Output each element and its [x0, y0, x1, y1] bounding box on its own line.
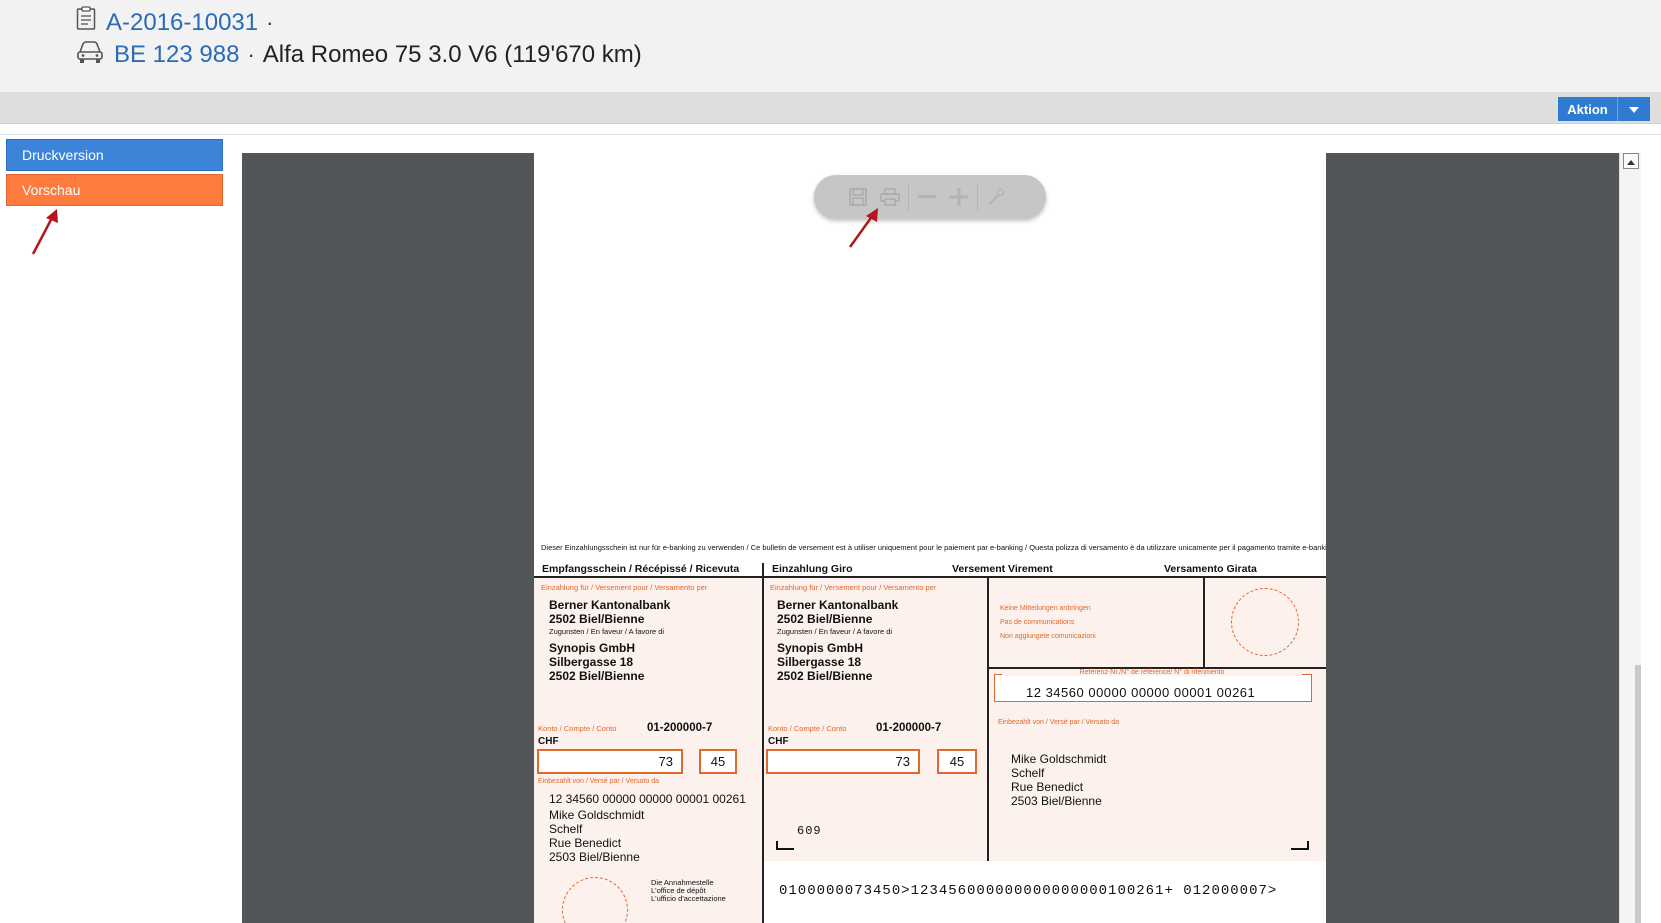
payer-city: 2503 Biel/Bienne — [1011, 794, 1102, 808]
sidebar-item-label: Druckversion — [22, 147, 104, 163]
stamp-divider — [1203, 578, 1205, 668]
payment-for-label: Einzahlung für / Versement pour / Versam… — [541, 583, 708, 592]
aktion-dropdown-toggle[interactable] — [1618, 97, 1650, 121]
paid-by-label: Einbezahlt von / Versé par / Versato da — [998, 719, 1120, 726]
paid-by-label: Einbezahlt von / Versé par / Versato da — [538, 778, 660, 785]
annotation-arrow-sidebar — [31, 209, 58, 255]
annotation-arrow-print — [848, 208, 878, 248]
amount-cents-field: 45 — [937, 749, 977, 774]
beneficiary-name: Synopis GmbH — [549, 641, 636, 655]
scan-corner-right — [1291, 841, 1309, 850]
amount-francs-field: 73 — [537, 749, 683, 774]
ocr-coding-line: 0100000073450>12345600000000000000010026… — [779, 883, 1278, 899]
order-separator: · — [266, 10, 274, 35]
bank-city: 2502 Biel/Bienne — [549, 612, 645, 626]
reference-label: Referenz-Nr./N° de référence/ N° di rife… — [1002, 669, 1302, 676]
aktion-button[interactable]: Aktion — [1558, 97, 1618, 121]
no-messages-it: Non aggiungete comunicazioni — [1000, 633, 1096, 640]
scan-corner-left — [776, 841, 794, 850]
account-number: 01-200000-7 — [647, 722, 713, 734]
bank-name: Berner Kantonalbank — [549, 598, 671, 612]
caret-down-icon — [1629, 100, 1639, 118]
pdf-page: Dieser Einzahlungsschein ist nur für e-b… — [534, 153, 1326, 923]
ebanking-notice: Dieser Einzahlungsschein ist nur für e-b… — [541, 543, 1326, 552]
giro-title: Einzahlung Giro — [772, 563, 853, 575]
giro-divider — [987, 578, 989, 861]
car-icon — [76, 40, 104, 69]
bank-name: Berner Kantonalbank — [777, 598, 899, 612]
beneficiary-city: 2502 Biel/Bienne — [777, 669, 873, 683]
sidebar-item-label: Vorschau — [22, 182, 81, 198]
reference-short: 12 34560 00000 00000 00001 00261 — [549, 792, 746, 806]
zoom-out-icon[interactable] — [911, 183, 943, 211]
payment-for-label: Einzahlung für / Versement pour / Versam… — [770, 583, 937, 592]
sidebar-item-druckversion[interactable]: Druckversion — [6, 139, 223, 171]
vehicle-description: Alfa Romeo 75 3.0 V6 (119'670 km) — [262, 41, 642, 68]
beneficiary-street: Silbergasse 18 — [549, 655, 634, 669]
action-bar — [0, 92, 1661, 124]
no-messages-de: Keine Mitteilungen anbringen — [1000, 605, 1091, 612]
in-favour-label: Zugunsten / En faveur / A favore di — [777, 627, 893, 636]
toolbar-separator — [908, 184, 909, 210]
currency: CHF — [768, 736, 789, 747]
acceptance-it: L'ufficio d'accettazione — [651, 894, 726, 903]
plate-link[interactable]: BE 123 988 — [114, 41, 239, 69]
sidebar-item-vorschau[interactable]: Vorschau — [6, 174, 223, 206]
beneficiary-street: Silbergasse 18 — [777, 655, 862, 669]
divider — [0, 134, 1661, 135]
payer-street: Rue Benedict — [1011, 780, 1084, 794]
currency: CHF — [538, 736, 559, 747]
payer-city: 2503 Biel/Bienne — [549, 850, 640, 864]
account-label: Konto / Compte / Conto — [538, 724, 617, 733]
code-609: 609 — [797, 824, 822, 838]
receipt-title: Empfangsschein / Récépissé / Ricevuta — [542, 563, 740, 575]
amount-cents-field: 45 — [699, 749, 737, 774]
toolbar-separator — [977, 184, 978, 210]
giro-stamp-circle — [1231, 588, 1299, 656]
versement-title: Versement Virement — [952, 563, 1053, 575]
scroll-up-button[interactable] — [1623, 153, 1639, 169]
receipt-divider — [762, 563, 764, 923]
no-messages-fr: Pas de communications — [1000, 619, 1075, 626]
scroll-thumb[interactable] — [1635, 665, 1641, 923]
tools-icon[interactable] — [980, 183, 1012, 211]
account-number: 01-200000-7 — [876, 722, 942, 734]
payer-name: Mike Goldschmidt — [549, 808, 645, 822]
versamento-title: Versamento Girata — [1164, 563, 1257, 575]
slip-top-rule — [534, 576, 1326, 578]
payer-line2: Schelf — [1011, 766, 1045, 780]
caret-up-icon — [1627, 152, 1635, 170]
bank-city: 2502 Biel/Bienne — [777, 612, 873, 626]
beneficiary-name: Synopis GmbH — [777, 641, 864, 655]
vehicle-separator: · — [247, 42, 255, 67]
reference-number: 12 34560 00000 00000 00001 00261 — [1026, 685, 1256, 700]
beneficiary-city: 2502 Biel/Bienne — [549, 669, 645, 683]
clipboard-icon — [76, 6, 96, 35]
in-favour-label: Zugunsten / En faveur / A favore di — [549, 627, 665, 636]
payer-line2: Schelf — [549, 822, 583, 836]
account-label: Konto / Compte / Conto — [768, 724, 847, 733]
amount-francs-field: 73 — [766, 749, 920, 774]
record-header: A-2016-10031 · BE 123 988 · Alfa Romeo 7… — [0, 0, 1661, 92]
zoom-in-icon[interactable] — [943, 183, 975, 211]
payer-name: Mike Goldschmidt — [1011, 752, 1107, 766]
payer-street: Rue Benedict — [549, 836, 622, 850]
order-number-link[interactable]: A-2016-10031 — [106, 9, 258, 37]
payment-slip: Dieser Einzahlungsschein ist nur für e-b… — [534, 541, 1326, 923]
